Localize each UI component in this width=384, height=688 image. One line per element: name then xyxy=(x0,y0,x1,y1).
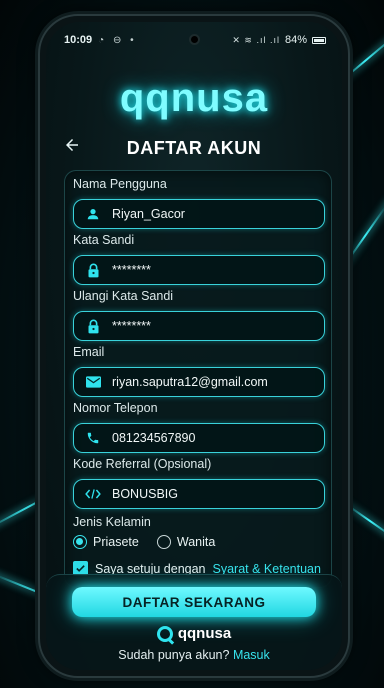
gender-option-label: Priasete xyxy=(93,535,139,549)
front-camera xyxy=(189,34,200,45)
gender-option-label: Wanita xyxy=(176,535,216,549)
footer-logo: qqnusa xyxy=(46,625,342,642)
phone-frame: 10:09 ◔ ⊖ • ✕ ≋ .ıl .ıl 84% qqnusa DAFTA… xyxy=(38,14,350,678)
phone-field-group: Nomor Telepon 081234567890 xyxy=(73,401,325,453)
referral-input[interactable]: BONUSBIG xyxy=(73,479,325,509)
gender-radio-group: Priasete Wanita xyxy=(73,535,215,549)
status-bar: 10:09 ◔ ⊖ • ✕ ≋ .ıl .ıl 84% xyxy=(46,22,342,58)
mail-icon xyxy=(84,373,102,391)
password-input[interactable]: ******** xyxy=(73,255,325,285)
phone-icon xyxy=(84,429,102,447)
gender-option-female[interactable]: Wanita xyxy=(156,535,216,549)
referral-field-group: Kode Referral (Opsional) BONUSBIG xyxy=(73,457,325,509)
battery-percent: 84% xyxy=(284,34,307,46)
app-screen: 10:09 ◔ ⊖ • ✕ ≋ .ıl .ıl 84% qqnusa DAFTA… xyxy=(46,22,342,670)
username-field-group: Nama Pengguna Riyan_Gacor xyxy=(73,177,325,229)
lock-icon xyxy=(84,261,102,279)
password-label: Kata Sandi xyxy=(73,233,135,247)
gender-option-male[interactable]: Priasete xyxy=(73,535,139,549)
lock-icon xyxy=(84,317,102,335)
password-field-group: Kata Sandi ******** xyxy=(73,233,325,285)
code-icon xyxy=(84,485,102,503)
email-field-group: Email riyan.saputra12@gmail.com xyxy=(73,345,325,397)
user-icon xyxy=(84,205,102,223)
login-prompt: Sudah punya akun? Masuk xyxy=(46,648,342,662)
status-right: ✕ ≋ .ıl .ıl 84% xyxy=(232,34,326,46)
register-button[interactable]: DAFTAR SEKARANG xyxy=(72,587,316,617)
checkmark-icon xyxy=(76,565,85,572)
back-arrow-icon[interactable] xyxy=(60,136,84,160)
signal-icons: ✕ ≋ .ıl .ıl xyxy=(232,34,280,45)
email-value: riyan.saputra12@gmail.com xyxy=(112,375,268,389)
status-time: 10:09 xyxy=(64,34,93,46)
login-link[interactable]: Masuk xyxy=(233,648,270,662)
password-value: ******** xyxy=(112,263,151,277)
brand-mark-icon xyxy=(156,625,173,642)
login-prompt-text: Sudah punya akun? xyxy=(118,648,230,662)
confirm-password-input[interactable]: ******** xyxy=(73,311,325,341)
notification-icons: ◔ ⊖ • xyxy=(98,34,137,46)
phone-value: 081234567890 xyxy=(112,431,196,445)
app-logo: qqnusa xyxy=(119,76,269,120)
username-label: Nama Pengguna xyxy=(73,177,167,191)
username-input[interactable]: Riyan_Gacor xyxy=(73,199,325,229)
page-title: DAFTAR AKUN xyxy=(126,137,262,158)
registration-form: Nama Pengguna Riyan_Gacor Kata Sandi ***… xyxy=(64,170,332,588)
phone-input[interactable]: 081234567890 xyxy=(73,423,325,453)
battery-icon xyxy=(312,36,326,44)
email-label: Email xyxy=(73,345,105,359)
radio-unselected-icon xyxy=(156,535,171,549)
phone-label: Nomor Telepon xyxy=(73,401,158,415)
footer-logo-text: qqnusa xyxy=(177,625,232,642)
referral-value: BONUSBIG xyxy=(112,487,178,501)
radio-selected-icon xyxy=(73,535,87,549)
referral-label: Kode Referral (Opsional) xyxy=(73,457,212,471)
confirm-password-label: Ulangi Kata Sandi xyxy=(73,289,174,303)
gender-label: Jenis Kelamin xyxy=(73,515,151,529)
confirm-password-field-group: Ulangi Kata Sandi ******** xyxy=(73,289,325,341)
page-header: DAFTAR AKUN xyxy=(46,134,342,162)
email-input[interactable]: riyan.saputra12@gmail.com xyxy=(73,367,325,397)
confirm-password-value: ******** xyxy=(112,319,151,333)
bottom-panel: DAFTAR SEKARANG qqnusa Sudah punya akun?… xyxy=(46,574,342,670)
username-value: Riyan_Gacor xyxy=(112,207,185,221)
